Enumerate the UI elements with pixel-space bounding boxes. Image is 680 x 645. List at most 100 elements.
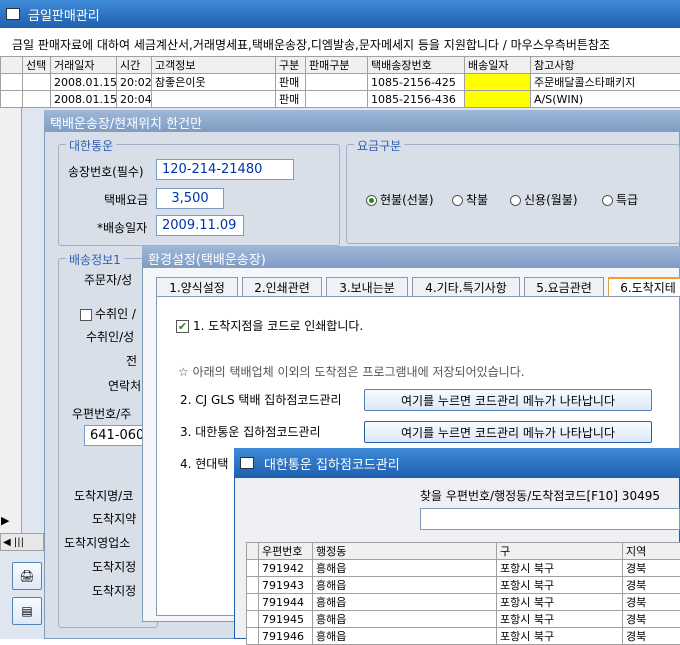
cell-customer	[152, 91, 276, 108]
fee-type-section-title: 요금구분	[354, 137, 404, 154]
fee-input[interactable]: 3,500	[156, 188, 224, 209]
table-row[interactable]: 2008.01.15 20:04 판매 1085-2156-436 A/S(WI…	[1, 91, 680, 108]
info-text: 금일 판매자료에 대하여 세금계산서,거래명세표,택배운송장,디엠발송,문자메세…	[0, 28, 680, 56]
fee-type-cod[interactable]: 착불	[452, 191, 488, 208]
checkbox-icon	[80, 309, 92, 321]
table-row[interactable]: 791946흥해읍포항시 북구경북	[247, 628, 680, 645]
fee-label: 택배요금	[104, 191, 148, 208]
table-row[interactable]: 2008.01.15 20:02 참좋은이웃 판매 1085-2156-425 …	[1, 74, 680, 91]
col-header[interactable]: 지역	[623, 543, 680, 560]
tab-fee[interactable]: 5.요금관련	[524, 277, 604, 296]
ship-info-section-title: 배송정보1	[66, 251, 124, 268]
tab-layout[interactable]: 1.양식설정	[156, 277, 238, 296]
col-header[interactable]: 선택	[23, 57, 51, 74]
field-label: 도착지명/코	[74, 487, 133, 504]
invoice-label: 송장번호(필수)	[68, 163, 144, 180]
korea-express-label: 3. 대한통운 집하점코드관리	[180, 423, 321, 440]
col-header[interactable]: 시간	[117, 57, 152, 74]
receiver-checkbox[interactable]: 수취인 /	[80, 305, 136, 322]
field-label: 도착지약	[92, 510, 136, 527]
col-header[interactable]: 구	[497, 543, 623, 560]
app-icon	[6, 8, 20, 20]
code-table[interactable]: 우편번호 행정동 구 지역 791942흥해읍포항시 북구경북 791943흥해…	[246, 542, 680, 645]
report-icon[interactable]: ▤	[12, 597, 42, 625]
cell-customer: 참좋은이웃	[152, 74, 276, 91]
table-row[interactable]: 791944흥해읍포항시 북구경북	[247, 594, 680, 611]
cell-type: 판매	[276, 74, 306, 91]
cell-note: A/S(WIN)	[531, 91, 680, 108]
table-header: 선택 거래일자 시간 고객정보 구분 판매구분 택배송장번호 배송일자 참고사항	[1, 57, 680, 74]
row-selector-column	[0, 108, 22, 533]
tab-print[interactable]: 2.인쇄관련	[242, 277, 322, 296]
code-window-title-bar[interactable]: 대한통운 집하점코드관리	[234, 448, 680, 478]
tab-etc[interactable]: 4.기타.특기사항	[412, 277, 520, 296]
field-label: 수취인/성	[86, 328, 134, 345]
ship-date-input[interactable]: 2009.11.09	[156, 215, 244, 236]
field-label: 전	[126, 352, 137, 369]
fee-type-cash[interactable]: 현불(선불)	[366, 191, 434, 208]
invoice-input[interactable]: 120-214-21480	[156, 159, 294, 180]
hyundai-label: 4. 현대택	[180, 455, 228, 472]
sales-table[interactable]: 선택 거래일자 시간 고객정보 구분 판매구분 택배송장번호 배송일자 참고사항…	[0, 56, 680, 108]
col-header[interactable]: 판매구분	[306, 57, 368, 74]
ship-date-label: *배송일자	[97, 219, 147, 236]
cell-tracking: 1085-2156-436	[368, 91, 465, 108]
field-label: 도착지정	[92, 558, 136, 575]
cj-gls-code-button[interactable]: 여기를 누르면 코드관리 메뉴가 나타납니다	[364, 389, 652, 411]
code-search-label: 찾을 우편번호/행정동/도착점코드[F10] 30495	[420, 487, 660, 504]
cell-type: 판매	[276, 91, 306, 108]
tab-sender[interactable]: 3.보내는분	[326, 277, 408, 296]
main-title-bar[interactable]: 금일판매관리	[0, 0, 680, 28]
radio-icon	[452, 195, 463, 206]
cell-ship-date	[465, 91, 531, 108]
cell-sale-type	[306, 91, 368, 108]
cell-tracking: 1085-2156-425	[368, 74, 465, 91]
field-label: 우편번호/주	[72, 405, 131, 422]
col-header[interactable]: 참고사항	[531, 57, 680, 74]
code-search-input[interactable]	[420, 508, 680, 530]
table-row[interactable]: 791945흥해읍포항시 북구경북	[247, 611, 680, 628]
print-code-checkbox[interactable]: ✔1. 도착지점을 코드로 인쇄합니다.	[176, 317, 363, 334]
table-row[interactable]: 791943흥해읍포항시 북구경북	[247, 577, 680, 594]
settings-note: ☆ 아래의 택배업체 이외의 도착점은 프로그램내에 저장되어있습니다.	[178, 363, 525, 380]
col-header[interactable]: 거래일자	[51, 57, 117, 74]
waybill-window-title[interactable]: 택배운송장/현재위치 한건만	[44, 110, 680, 132]
cell-date: 2008.01.15	[51, 74, 117, 91]
col-header[interactable]: 배송일자	[465, 57, 531, 74]
cell-sale-type	[306, 74, 368, 91]
code-window-title: 대한통운 집하점코드관리	[264, 454, 400, 473]
cell-time: 20:04	[117, 91, 152, 108]
settings-tabs: 1.양식설정 2.인쇄관련 3.보내는분 4.기타.특기사항 5.요금관련 6.…	[150, 277, 680, 297]
radio-icon	[510, 195, 521, 206]
radio-selected-icon	[366, 195, 377, 206]
fee-type-express[interactable]: 특급	[602, 191, 638, 208]
korea-express-code-button[interactable]: 여기를 누르면 코드관리 메뉴가 나타납니다	[364, 421, 652, 443]
col-header[interactable]: 고객정보	[152, 57, 276, 74]
checkmark-icon: ✔	[176, 320, 189, 333]
cj-gls-label: 2. CJ GLS 택배 집하점코드관리	[180, 391, 342, 408]
tab-destination[interactable]: 6.도착지테	[608, 277, 680, 296]
col-header[interactable]: 구분	[276, 57, 306, 74]
fee-type-credit[interactable]: 신용(월불)	[510, 191, 578, 208]
code-table-header: 우편번호 행정동 구 지역	[247, 543, 680, 560]
field-label: 도착지정	[92, 582, 136, 599]
app-icon	[240, 457, 254, 469]
field-label: 도착지영업소	[64, 534, 130, 551]
cell-note: 주문배달콜스타패키지	[531, 74, 680, 91]
carrier-section-title: 대한통운	[66, 137, 116, 154]
radio-icon	[602, 195, 613, 206]
cell-date: 2008.01.15	[51, 91, 117, 108]
main-window-title: 금일판매관리	[28, 5, 100, 24]
cell-ship-date	[465, 74, 531, 91]
col-header[interactable]: 우편번호	[259, 543, 313, 560]
scroll-left-button[interactable]: ◀ |||	[0, 533, 44, 551]
table-row[interactable]: 791942흥해읍포항시 북구경북	[247, 560, 680, 577]
col-header[interactable]: 택배송장번호	[368, 57, 465, 74]
current-row-arrow-icon: ▶	[1, 514, 19, 528]
print-icon[interactable]: 🖨	[12, 562, 42, 590]
field-label: 연락처	[108, 377, 141, 394]
settings-window-title[interactable]: 환경설정(택배운송장)	[142, 246, 680, 268]
cell-time: 20:02	[117, 74, 152, 91]
field-label: 주문자/성	[84, 271, 132, 288]
col-header[interactable]: 행정동	[313, 543, 497, 560]
